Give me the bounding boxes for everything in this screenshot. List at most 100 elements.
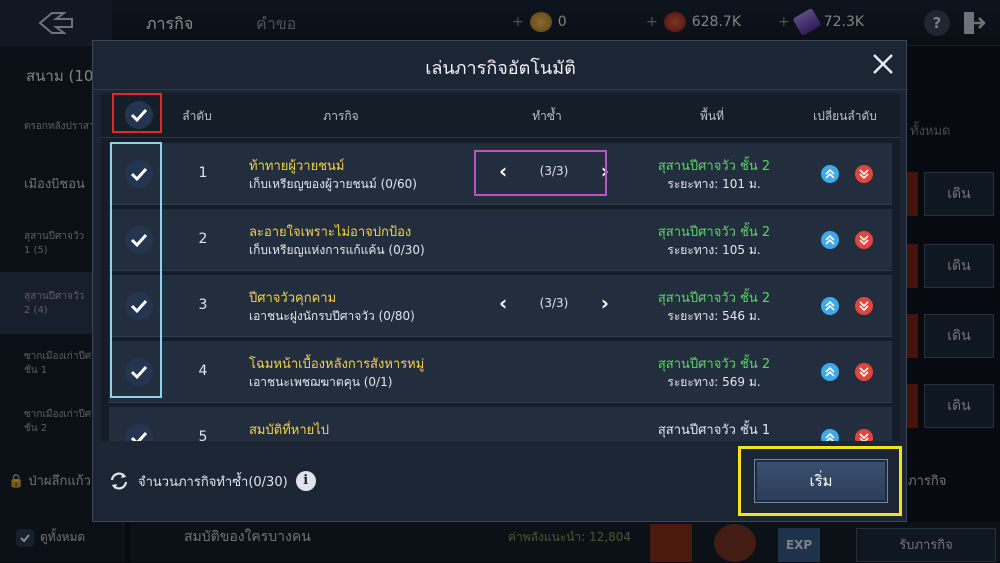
double-chevron-up-icon xyxy=(825,300,835,311)
move-up-button[interactable] xyxy=(821,231,839,249)
bg-bottom-row: สมบัติของใครบางคน ค่าพลังแนะนำ: 12,804 E… xyxy=(130,522,1000,562)
currency-copper[interactable]: + 628.7K xyxy=(646,12,741,32)
select-all-checkbox[interactable] xyxy=(125,101,153,129)
quest-location: สุสานปีศาจวัว ชั้น 1 xyxy=(657,423,771,438)
copper-coin-icon xyxy=(663,12,686,32)
double-chevron-down-icon xyxy=(859,301,869,312)
quest-checkbox[interactable] xyxy=(125,292,153,320)
move-down-button[interactable] xyxy=(855,363,873,381)
move-down-button[interactable] xyxy=(855,429,873,441)
quest-location: สุสานปีศาจวัว ชั้น 2 xyxy=(657,159,771,174)
quest-row[interactable]: 4 โฉมหน้าเบื้องหลังการสังหารหมู่ เอาชนะเ… xyxy=(109,341,892,403)
repeat-count: (3/3) xyxy=(539,296,569,310)
walk-button[interactable]: เดิน xyxy=(924,172,994,216)
quest-checkbox[interactable] xyxy=(125,160,153,188)
locked-area[interactable]: 🔒 ป่าผลึกแก้ว xyxy=(8,470,91,491)
quest-number: 5 xyxy=(198,429,208,441)
check-icon xyxy=(130,431,148,441)
quest-task: เอาชนะเพชฌฆาตคุน (0/1) xyxy=(249,375,393,389)
left-panel-title: สนาม (10 xyxy=(26,67,94,85)
refresh-icon xyxy=(110,472,128,490)
bg-recommended-power: ค่าพลังแนะนำ: 12,804 xyxy=(508,530,632,544)
double-chevron-down-icon xyxy=(859,235,869,246)
quest-task: เก็บเหรียญของผู้วายชนม์ (0/60) xyxy=(249,177,417,191)
move-down-button[interactable] xyxy=(855,165,873,183)
chevron-right-icon[interactable]: › xyxy=(601,161,609,181)
exit-icon[interactable] xyxy=(962,10,986,36)
repeat-stepper: ‹ (3/3) › xyxy=(499,293,609,313)
quest-checkbox[interactable] xyxy=(125,358,153,386)
bg-quest-label: ภารกิจ xyxy=(908,474,947,489)
bg-bottom-item: สมบัติของใครบางคน xyxy=(184,529,311,545)
header-order: ลำดับ xyxy=(182,109,212,123)
purple-crystal-icon xyxy=(792,7,822,37)
quest-checkbox[interactable] xyxy=(125,424,153,441)
quest-row[interactable]: 5 สมบัติที่หายไป สุสานปีศาจวัว ชั้น 1 xyxy=(109,407,892,441)
move-up-button[interactable] xyxy=(821,363,839,381)
quest-number: 4 xyxy=(198,363,208,379)
tab-quests[interactable]: ภารกิจ xyxy=(146,12,193,37)
double-chevron-up-icon xyxy=(825,366,835,377)
chevron-left-icon[interactable]: ‹ xyxy=(499,293,507,313)
help-button[interactable]: ? xyxy=(924,10,950,36)
crystal-amount: 72.3K xyxy=(823,14,865,30)
quest-location: สุสานปีศาจวัว ชั้น 2 xyxy=(657,225,771,240)
quest-name: ละอายใจเพราะไม่อาจปกป้อง xyxy=(249,225,412,240)
currency-gold[interactable]: + 0 xyxy=(512,12,567,32)
chevron-right-icon[interactable]: › xyxy=(601,293,609,313)
double-chevron-up-icon xyxy=(825,432,835,441)
check-icon xyxy=(130,167,148,182)
quest-name: โฉมหน้าเบื้องหลังการสังหารหมู่ xyxy=(249,357,425,372)
walk-button[interactable]: เดิน xyxy=(924,314,994,358)
walk-button[interactable]: เดิน xyxy=(924,244,994,288)
move-up-button[interactable] xyxy=(821,165,839,183)
start-button[interactable]: เริ่ม xyxy=(754,459,888,503)
quest-table: ลำดับ ภารกิจ ทำซ้ำ พื้นที่ เปลี่ยนลำดับ … xyxy=(101,93,900,441)
info-icon[interactable]: i xyxy=(295,471,316,491)
chevron-left-icon[interactable]: ‹ xyxy=(499,161,507,181)
gold-coin-icon xyxy=(529,12,552,32)
check-icon xyxy=(130,233,148,248)
check-icon xyxy=(130,365,148,380)
quest-name: สมบัติที่หายไป xyxy=(249,423,330,438)
quest-row[interactable]: 2 ละอายใจเพราะไม่อาจปกป้อง เก็บเหรียญแห่… xyxy=(109,209,892,271)
move-up-button[interactable] xyxy=(821,429,839,441)
move-down-button[interactable] xyxy=(855,297,873,315)
quest-location: สุสานปีศาจวัว ชั้น 2 xyxy=(657,357,771,372)
quest-name: ปีศาจวัวคุกคาม xyxy=(249,291,337,306)
walk-button[interactable]: เดิน xyxy=(924,384,994,428)
quest-checkbox[interactable] xyxy=(125,226,153,254)
quest-row[interactable]: 1 ท้าทายผู้วายชนม์ เก็บเหรียญของผู้วายชน… xyxy=(109,143,892,205)
repeat-count-label: จำนวนภารกิจทำซ้ำ(0/30) xyxy=(138,474,288,490)
receive-quest-button[interactable]: รับภารกิจ xyxy=(856,528,996,562)
quest-distance: ระยะทาง: 569 ม. xyxy=(667,375,761,389)
back-arrow-icon xyxy=(38,12,73,34)
move-up-button[interactable] xyxy=(821,297,839,315)
show-all-label: ดูทั้งหมด xyxy=(40,530,86,544)
repeat-count-info: จำนวนภารกิจทำซ้ำ(0/30) i xyxy=(108,470,316,492)
close-icon[interactable] xyxy=(869,50,897,78)
double-chevron-up-icon xyxy=(825,234,835,245)
locked-area-label: ป่าผลึกแก้ว xyxy=(28,474,91,489)
check-icon xyxy=(130,108,148,123)
header-repeat: ทำซ้ำ xyxy=(532,109,562,123)
copper-amount: 628.7K xyxy=(691,14,741,30)
reward-coin-icon xyxy=(714,524,756,562)
gold-amount: 0 xyxy=(557,14,567,30)
move-down-button[interactable] xyxy=(855,231,873,249)
header-divider xyxy=(101,137,900,138)
quest-task: เอาชนะฝูงนักรบปีศาจวัว (0/80) xyxy=(249,309,415,323)
quest-number: 3 xyxy=(198,297,208,313)
auto-quest-dialog: เล่นภารกิจอัตโนมัติ ลำดับ ภารกิจ ทำซ้ำ พ… xyxy=(92,40,908,522)
quest-task: เก็บเหรียญแห่งการแก้แค้น (0/30) xyxy=(249,243,425,257)
exp-badge-icon: EXP xyxy=(778,528,820,562)
quest-distance: ระยะทาง: 101 ม. xyxy=(667,177,761,191)
show-all-toggle[interactable]: ดูทั้งหมด xyxy=(16,528,85,547)
dialog-title: เล่นภารกิจอัตโนมัติ xyxy=(425,58,576,79)
quest-location: สุสานปีศาจวัว ชั้น 2 xyxy=(657,291,771,306)
quest-row[interactable]: 3 ปีศาจวัวคุกคาม เอาชนะฝูงนักรบปีศาจวัว … xyxy=(109,275,892,337)
quest-name: ท้าทายผู้วายชนม์ xyxy=(249,159,345,174)
tab-requests[interactable]: คำขอ xyxy=(256,12,296,37)
header-quest: ภารกิจ xyxy=(323,109,359,123)
currency-crystal[interactable]: + 72.3K xyxy=(778,7,865,37)
